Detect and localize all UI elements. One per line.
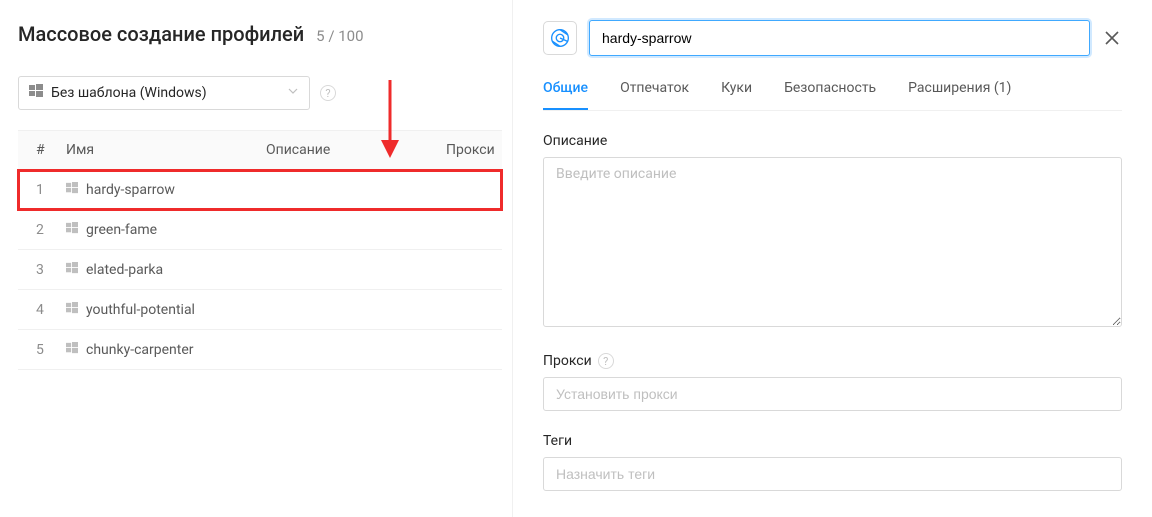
profile-name-text: hardy-sparrow — [86, 182, 175, 198]
row-name: hardy-sparrow — [66, 182, 266, 198]
table-row[interactable]: 3 elated-parka — [18, 250, 502, 290]
row-name: green-fame — [66, 222, 266, 238]
table-body: 1 hardy-sparrow 2 green-fame 3 elated-parka 4 y… — [18, 170, 502, 370]
table-row[interactable]: 2 green-fame — [18, 210, 502, 250]
row-name: elated-parka — [66, 262, 266, 278]
description-group: Описание — [543, 133, 1122, 331]
row-index: 5 — [18, 342, 66, 358]
name-row — [543, 20, 1122, 56]
tabs: Общие Отпечаток Куки Безопасность Расширения… — [543, 80, 1122, 111]
profile-name-text: elated-parka — [86, 262, 163, 278]
windows-icon — [66, 302, 78, 318]
windows-icon — [66, 342, 78, 358]
chevron-down-icon — [287, 85, 299, 101]
template-row: Без шаблона (Windows) ? — [18, 76, 502, 110]
row-index: 1 — [18, 182, 66, 198]
tab-безопасность[interactable]: Безопасность — [784, 80, 876, 110]
col-header-desc: Описание — [266, 142, 446, 158]
page-title: Массовое создание профилей — [18, 22, 304, 46]
col-header-proxy: Прокси — [446, 142, 502, 158]
row-name: youthful-potential — [66, 302, 266, 318]
table-header: # Имя Описание Прокси — [18, 130, 502, 170]
description-label: Описание — [543, 133, 1122, 149]
tab-расширения-1-[interactable]: Расширения (1) — [908, 80, 1011, 110]
profile-name-input[interactable] — [589, 20, 1090, 56]
close-button[interactable] — [1102, 28, 1122, 48]
col-header-name: Имя — [66, 142, 266, 158]
col-header-index: # — [18, 142, 66, 158]
profiles-count: 5 / 100 — [316, 27, 363, 45]
profiles-table: # Имя Описание Прокси 1 hardy-sparrow 2 gre… — [18, 130, 502, 370]
proxy-label: Прокси ? — [543, 353, 1122, 369]
help-icon[interactable]: ? — [598, 353, 614, 369]
browser-icon[interactable] — [543, 21, 577, 55]
template-select[interactable]: Без шаблона (Windows) — [18, 76, 310, 110]
windows-icon — [29, 84, 43, 102]
tab-отпечаток[interactable]: Отпечаток — [620, 80, 689, 110]
tab-общие[interactable]: Общие — [543, 80, 588, 110]
windows-icon — [66, 262, 78, 278]
row-index: 4 — [18, 302, 66, 318]
proxy-group: Прокси ? — [543, 353, 1122, 411]
table-row[interactable]: 4 youthful-potential — [18, 290, 502, 330]
table-row[interactable]: 1 hardy-sparrow — [18, 170, 502, 210]
help-icon[interactable]: ? — [320, 85, 336, 101]
row-index: 3 — [18, 262, 66, 278]
template-label: Без шаблона (Windows) — [51, 85, 279, 101]
profile-name-text: green-fame — [86, 222, 157, 238]
row-index: 2 — [18, 222, 66, 238]
tags-input[interactable] — [543, 457, 1122, 491]
row-name: chunky-carpenter — [66, 342, 266, 358]
profile-name-text: youthful-potential — [86, 302, 195, 318]
title-row: Массовое создание профилей 5 / 100 — [18, 22, 502, 46]
windows-icon — [66, 182, 78, 198]
tags-group: Теги — [543, 433, 1122, 491]
proxy-input[interactable] — [543, 377, 1122, 411]
tags-label: Теги — [543, 433, 1122, 449]
profile-name-text: chunky-carpenter — [86, 342, 194, 358]
windows-icon — [66, 222, 78, 238]
profiles-list-pane: Массовое создание профилей 5 / 100 Без ш… — [0, 0, 512, 517]
app-root: Массовое создание профилей 5 / 100 Без ш… — [0, 0, 1152, 517]
tab-куки[interactable]: Куки — [721, 80, 752, 110]
arrow-annotation — [375, 80, 405, 162]
table-row[interactable]: 5 chunky-carpenter — [18, 330, 502, 370]
profile-editor-pane: Общие Отпечаток Куки Безопасность Расширения… — [512, 0, 1152, 517]
description-textarea[interactable] — [543, 157, 1122, 327]
